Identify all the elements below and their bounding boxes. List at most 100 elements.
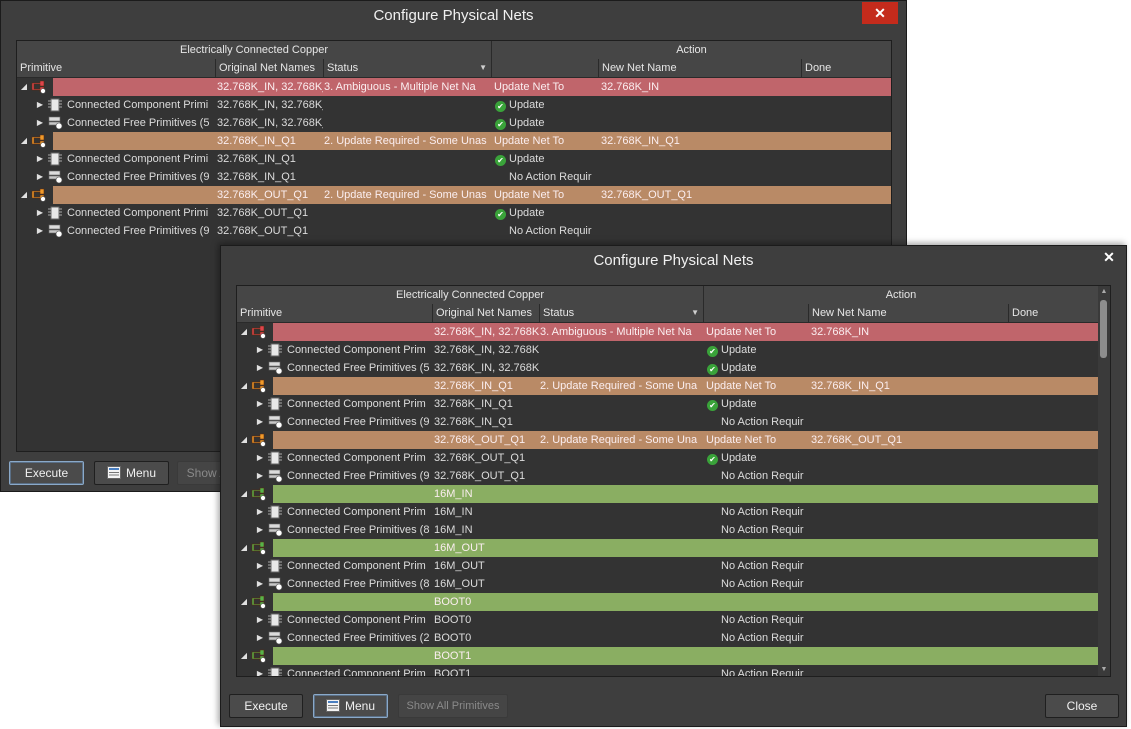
table-row[interactable]: ▶ Connected Component Prim BOOT0 No Action … [237, 611, 1098, 629]
scrollbar-thumb[interactable] [1100, 300, 1107, 358]
action-cell[interactable]: No Action Requir [721, 575, 812, 593]
table-row[interactable]: ▶ Connected Free Primitives (2 BOOT0 No Act… [237, 629, 1098, 647]
collapse-arrow-icon[interactable]: ◢ [239, 377, 249, 395]
action-cell[interactable] [706, 485, 811, 503]
table-row[interactable]: ▶ Connected Free Primitives (8 16M_IN No Ac… [237, 521, 1098, 539]
expand-arrow-icon[interactable]: ▶ [35, 150, 45, 168]
action-cell[interactable]: ✔ Update [495, 204, 602, 222]
action-cell[interactable]: ✔ Update [495, 150, 602, 168]
collapse-arrow-icon[interactable]: ◢ [239, 593, 249, 611]
expand-arrow-icon[interactable]: ▶ [255, 629, 265, 647]
front-menu-button[interactable]: Menu [313, 694, 388, 718]
collapse-arrow-icon[interactable]: ◢ [19, 132, 29, 150]
action-cell[interactable]: No Action Requir [721, 503, 812, 521]
action-cell[interactable]: No Action Requir [721, 413, 812, 431]
show-all-primitives-button[interactable]: Show All Primitives [398, 694, 508, 718]
collapse-arrow-icon[interactable]: ◢ [239, 431, 249, 449]
net-group-row[interactable]: ◢ 32.768K_IN, 32.768K_ 3. Ambiguous - Mult… [237, 323, 1098, 341]
col-action[interactable] [492, 59, 599, 77]
action-cell[interactable]: Update Net To [494, 186, 601, 204]
expand-arrow-icon[interactable]: ▶ [255, 467, 265, 485]
action-cell[interactable]: ✔ Update [707, 449, 812, 467]
action-cell[interactable]: Update Net To [706, 431, 811, 449]
action-cell[interactable]: No Action Requir [509, 222, 602, 240]
scroll-down-icon[interactable]: ▼ [1098, 664, 1110, 676]
net-group-row[interactable]: ◢ BOOT1 [237, 647, 1098, 665]
action-cell[interactable]: Update Net To [706, 377, 811, 395]
table-row[interactable]: ▶ Connected Component Primi 32.768K_IN, 32… [17, 96, 891, 114]
col-status[interactable]: Status ▼ [324, 59, 492, 77]
col-action[interactable] [704, 304, 809, 322]
action-cell[interactable]: ✔ Update [495, 114, 602, 132]
collapse-arrow-icon[interactable]: ◢ [239, 323, 249, 341]
table-row[interactable]: ▶ Connected Free Primitives (9 32.768K_IN_… [237, 413, 1098, 431]
col-original-net-names[interactable]: Original Net Names [433, 304, 540, 322]
net-group-row[interactable]: ◢ 32.768K_OUT_Q1 2. Update Required - Some… [17, 186, 891, 204]
scroll-up-icon[interactable]: ▲ [1098, 286, 1110, 298]
col-status[interactable]: Status ▼ [540, 304, 704, 322]
action-cell[interactable]: No Action Requir [721, 557, 812, 575]
table-row[interactable]: ▶ Connected Component Prim 32.768K_IN_Q1 ✔ U… [237, 395, 1098, 413]
action-cell[interactable]: No Action Requir [721, 611, 812, 629]
col-done[interactable]: Done [802, 59, 891, 77]
net-group-row[interactable]: ◢ BOOT0 [237, 593, 1098, 611]
action-cell[interactable] [706, 593, 811, 611]
col-new-net-name[interactable]: New Net Name [599, 59, 802, 77]
action-cell[interactable]: ✔ Update [707, 341, 812, 359]
expand-arrow-icon[interactable]: ▶ [255, 341, 265, 359]
action-cell[interactable]: No Action Requir [509, 168, 602, 186]
expand-arrow-icon[interactable]: ▶ [255, 557, 265, 575]
col-new-net-name[interactable]: New Net Name [809, 304, 1009, 322]
table-row[interactable]: ▶ Connected Free Primitives (8 16M_OUT No A… [237, 575, 1098, 593]
action-cell[interactable]: Update Net To [494, 132, 601, 150]
front-close-icon[interactable]: ✕ [1092, 246, 1126, 270]
expand-arrow-icon[interactable]: ▶ [35, 222, 45, 240]
net-group-row[interactable]: ◢ 32.768K_IN, 32.768K_ 3. Ambiguous - Mult… [17, 78, 891, 96]
action-cell[interactable] [706, 647, 811, 665]
action-cell[interactable]: ✔ Update [707, 359, 812, 377]
net-group-row[interactable]: ◢ 32.768K_OUT_Q1 2. Update Required - Some… [237, 431, 1098, 449]
expand-arrow-icon[interactable]: ▶ [255, 665, 265, 676]
front-execute-button[interactable]: Execute [229, 694, 303, 718]
table-row[interactable]: ▶ Connected Free Primitives (9 32.768K_IN_… [17, 168, 891, 186]
action-cell[interactable] [706, 539, 811, 557]
table-row[interactable]: ▶ Connected Component Prim 32.768K_OUT_Q1 ✔… [237, 449, 1098, 467]
table-row[interactable]: ▶ Connected Free Primitives (9 32.768K_OUT… [17, 222, 891, 240]
expand-arrow-icon[interactable]: ▶ [35, 96, 45, 114]
expand-arrow-icon[interactable]: ▶ [255, 413, 265, 431]
table-row[interactable]: ▶ Connected Component Prim 16M_OUT No Actio… [237, 557, 1098, 575]
table-row[interactable]: ▶ Connected Free Primitives (5 32.768K_IN,… [237, 359, 1098, 377]
table-row[interactable]: ▶ Connected Component Primi 32.768K_OUT_Q1… [17, 204, 891, 222]
action-cell[interactable]: ✔ Update [707, 395, 812, 413]
net-group-row[interactable]: ◢ 32.768K_IN_Q1 2. Update Required - Some … [237, 377, 1098, 395]
table-row[interactable]: ▶ Connected Component Prim 32.768K_IN, 32.… [237, 341, 1098, 359]
table-row[interactable]: ▶ Connected Component Prim BOOT1 No Action … [237, 665, 1098, 676]
back-close-icon[interactable]: ✕ [862, 2, 898, 24]
expand-arrow-icon[interactable]: ▶ [35, 204, 45, 222]
action-cell[interactable]: Update Net To [494, 78, 601, 96]
close-button[interactable]: Close [1045, 694, 1119, 718]
table-row[interactable]: ▶ Connected Component Prim 16M_IN No Action… [237, 503, 1098, 521]
col-primitive[interactable]: Primitive [237, 304, 433, 322]
collapse-arrow-icon[interactable]: ◢ [239, 647, 249, 665]
net-group-row[interactable]: ◢ 32.768K_IN_Q1 2. Update Required - Some … [17, 132, 891, 150]
expand-arrow-icon[interactable]: ▶ [255, 575, 265, 593]
col-primitive[interactable]: Primitive [17, 59, 216, 77]
back-menu-button[interactable]: Menu [94, 461, 169, 485]
net-group-row[interactable]: ◢ 16M_OUT [237, 539, 1098, 557]
action-cell[interactable]: No Action Requir [721, 521, 812, 539]
expand-arrow-icon[interactable]: ▶ [255, 503, 265, 521]
table-row[interactable]: ▶ Connected Free Primitives (5 32.768K_IN,… [17, 114, 891, 132]
expand-arrow-icon[interactable]: ▶ [35, 114, 45, 132]
action-cell[interactable]: ✔ Update [495, 96, 602, 114]
vertical-scrollbar[interactable]: ▲ ▼ [1098, 286, 1110, 676]
collapse-arrow-icon[interactable]: ◢ [239, 539, 249, 557]
expand-arrow-icon[interactable]: ▶ [35, 168, 45, 186]
action-cell[interactable]: No Action Requir [721, 665, 812, 676]
collapse-arrow-icon[interactable]: ◢ [239, 485, 249, 503]
collapse-arrow-icon[interactable]: ◢ [19, 186, 29, 204]
expand-arrow-icon[interactable]: ▶ [255, 395, 265, 413]
action-cell[interactable]: No Action Requir [721, 467, 812, 485]
action-cell[interactable]: No Action Requir [721, 629, 812, 647]
expand-arrow-icon[interactable]: ▶ [255, 449, 265, 467]
